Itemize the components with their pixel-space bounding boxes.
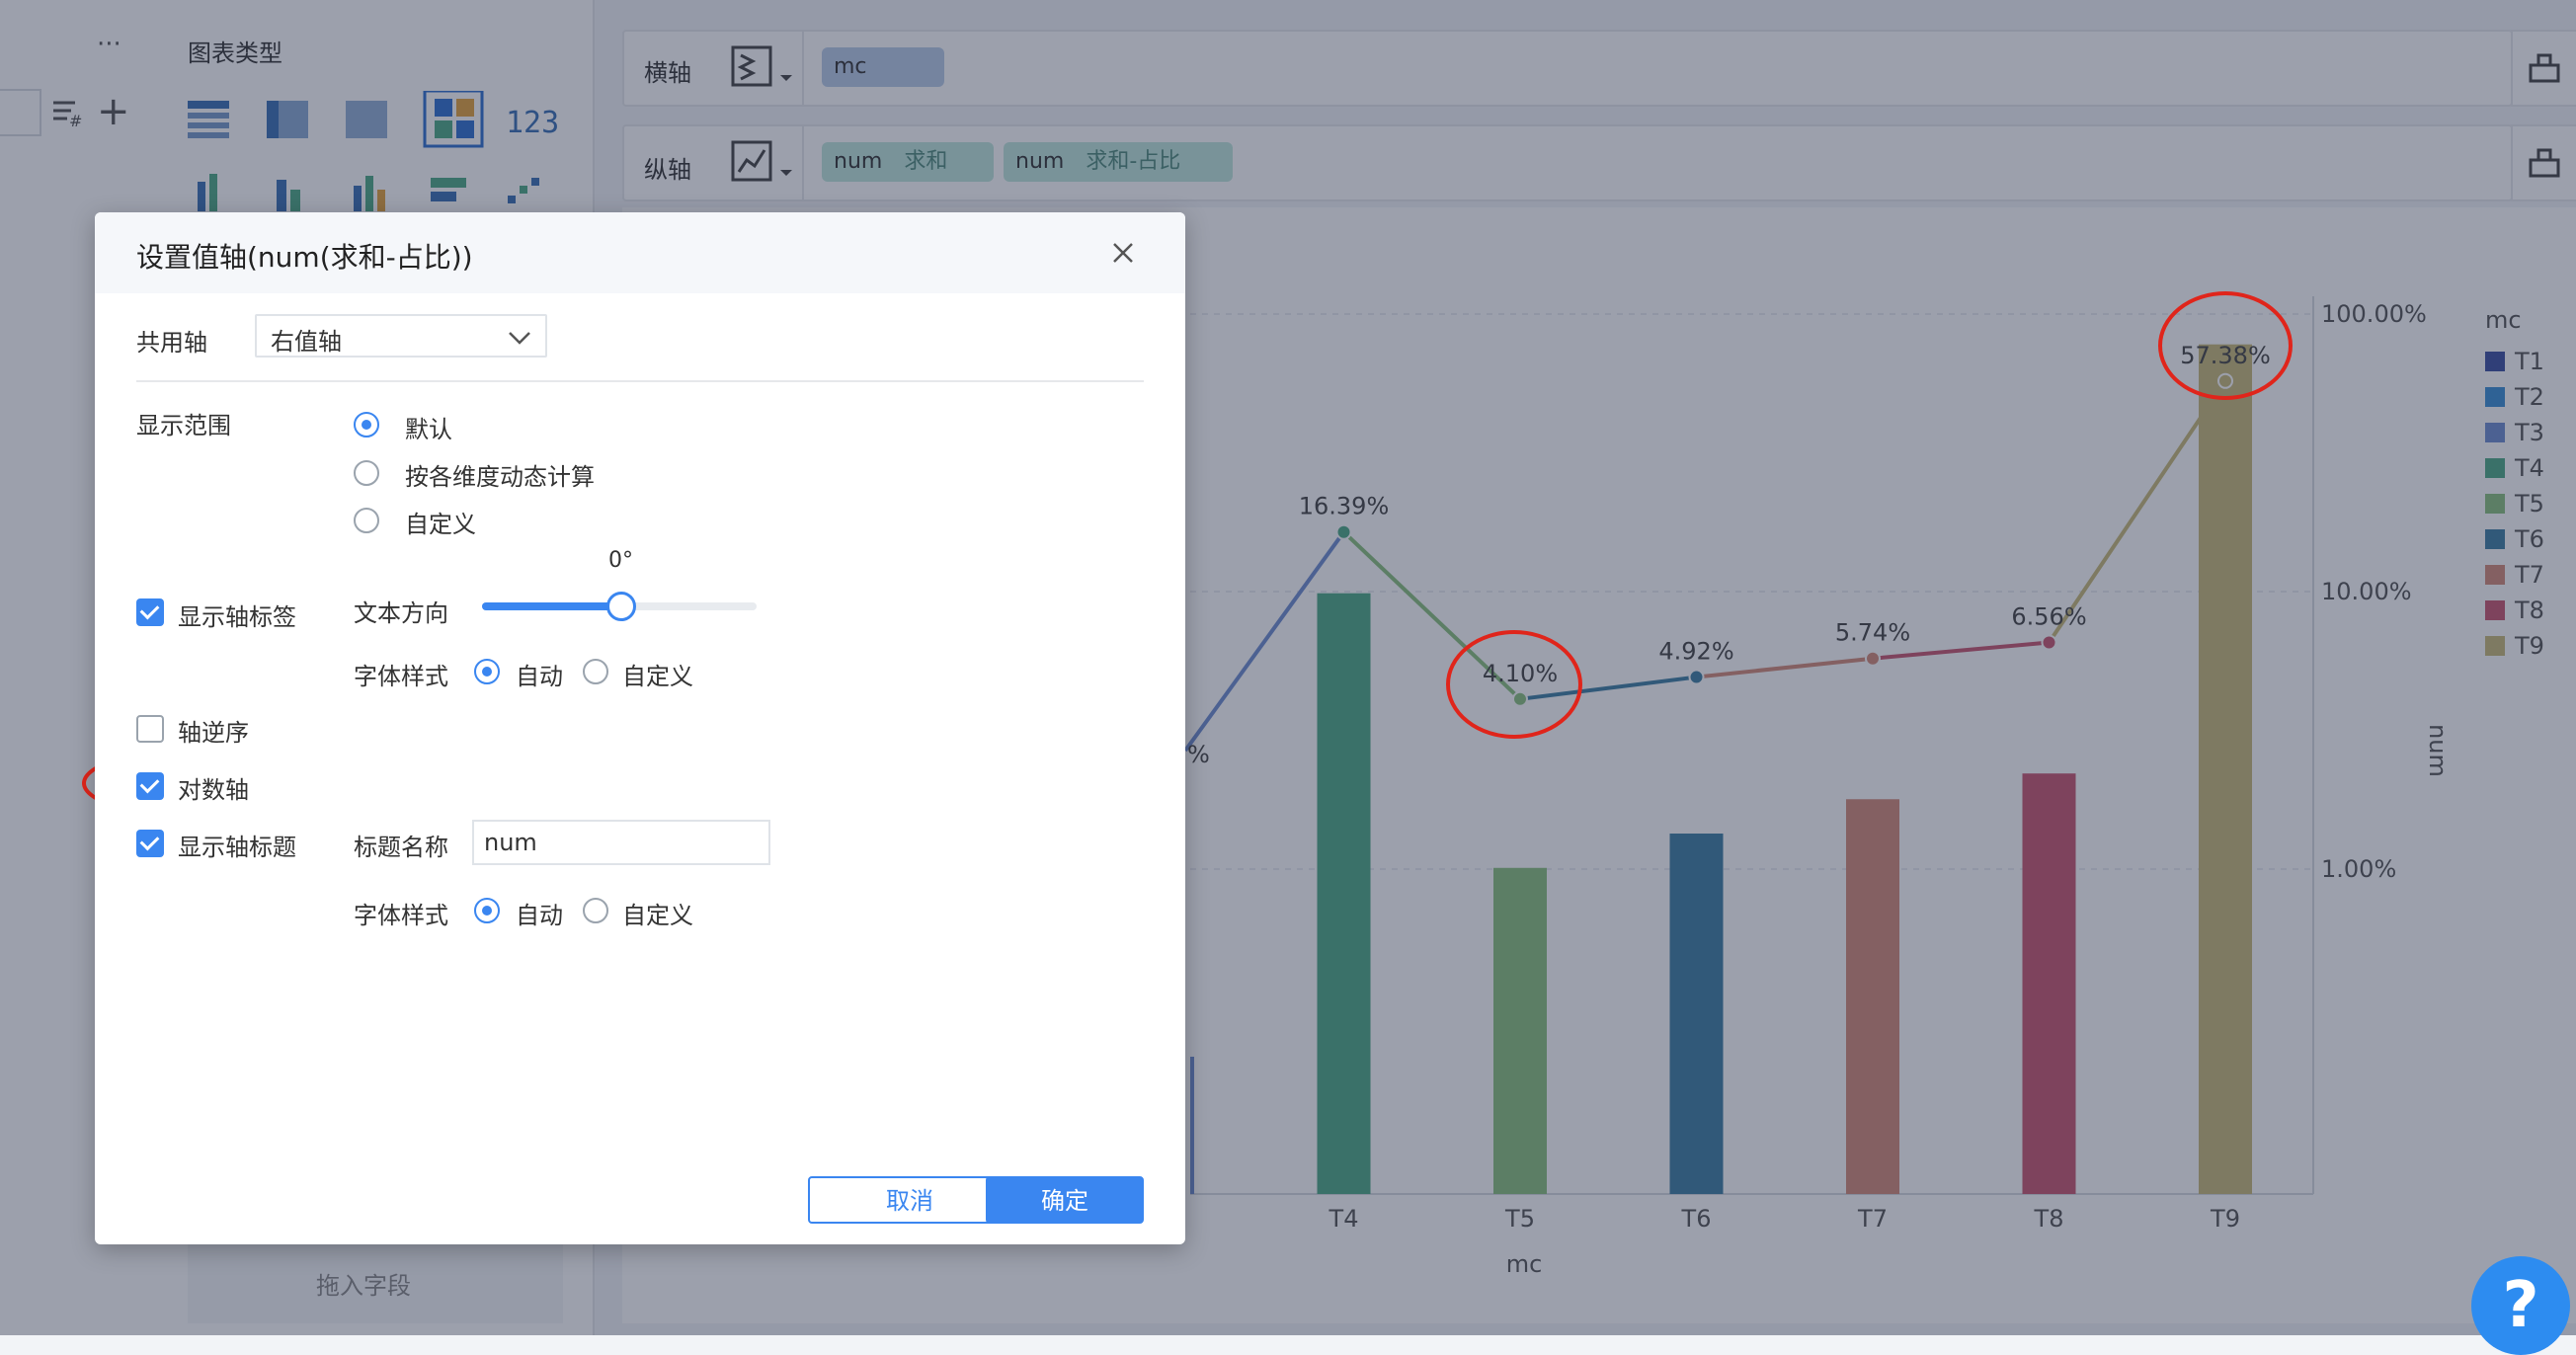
range-default-label[interactable]: 默认 [405, 410, 452, 444]
font-style-custom-label[interactable]: 自定义 [622, 896, 693, 930]
shared-axis-value: 右值轴 [271, 328, 342, 356]
help-button[interactable]: ? [2471, 1256, 2570, 1355]
shared-axis-label: 共用轴 [136, 329, 207, 357]
ok-button[interactable]: 确定 [986, 1176, 1144, 1224]
show-axis-labels-label[interactable]: 显示轴标签 [178, 598, 296, 632]
text-direction-label: 文本方向 [354, 599, 448, 627]
range-dynamic-label[interactable]: 按各维度动态计算 [405, 457, 595, 492]
cancel-button[interactable]: 取消 [808, 1176, 1011, 1224]
text-direction-slider-handle[interactable] [606, 592, 636, 621]
font-style-custom-radio[interactable] [583, 898, 608, 923]
show-axis-labels-checkbox[interactable] [136, 598, 164, 626]
font-style-label: 字体样式 [354, 902, 448, 929]
range-default-radio[interactable] [354, 412, 379, 438]
font-style-auto-label[interactable]: 自动 [516, 896, 563, 930]
font-style-auto-radio[interactable] [474, 659, 500, 684]
axis-settings-dialog: 设置值轴(num(求和-占比)) 共用轴 右值轴 显示范围 默认 按各维度动态计… [95, 212, 1185, 1244]
show-axis-title-label[interactable]: 显示轴标题 [178, 828, 296, 862]
display-range-label: 显示范围 [136, 412, 231, 439]
range-custom-radio[interactable] [354, 508, 379, 533]
font-style-auto-radio[interactable] [474, 898, 500, 923]
shared-axis-select[interactable]: 右值轴 [255, 314, 547, 358]
dialog-title: 设置值轴(num(求和-占比)) [136, 241, 473, 274]
close-icon[interactable] [1108, 238, 1138, 268]
dialog-header: 设置值轴(num(求和-占比)) [95, 212, 1185, 293]
font-style-auto-label[interactable]: 自动 [516, 657, 563, 691]
show-axis-title-checkbox[interactable] [136, 830, 164, 857]
text-direction-value: 0° [608, 548, 633, 573]
range-dynamic-radio[interactable] [354, 460, 379, 486]
text-direction-slider-fill [482, 602, 620, 610]
reverse-axis-checkbox[interactable] [136, 715, 164, 743]
chevron-down-icon [509, 332, 530, 345]
reverse-axis-label[interactable]: 轴逆序 [178, 713, 249, 748]
title-name-label: 标题名称 [354, 834, 448, 861]
divider [136, 380, 1144, 382]
log-axis-label[interactable]: 对数轴 [178, 770, 249, 805]
range-custom-label[interactable]: 自定义 [405, 505, 476, 539]
font-style-custom-radio[interactable] [583, 659, 608, 684]
log-axis-checkbox[interactable] [136, 772, 164, 800]
font-style-custom-label[interactable]: 自定义 [622, 657, 693, 691]
title-name-input[interactable] [472, 820, 770, 865]
font-style-label: 字体样式 [354, 663, 448, 690]
